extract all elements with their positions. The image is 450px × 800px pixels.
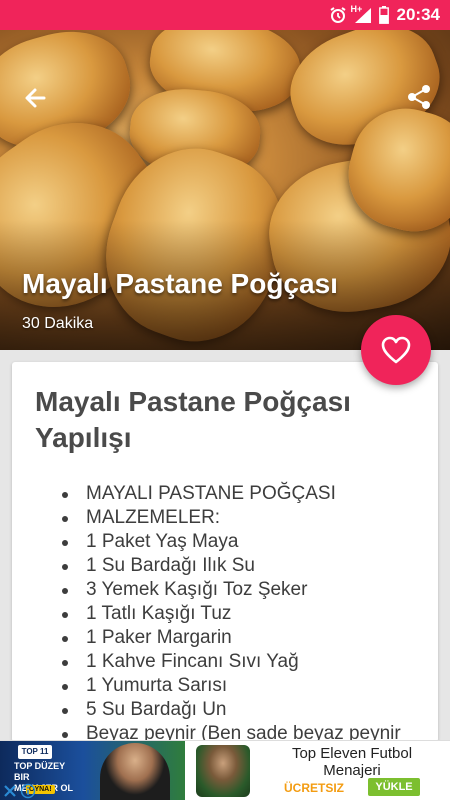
network-label: H+: [350, 4, 363, 14]
ad-info-button[interactable]: [20, 783, 36, 799]
list-item: 1 Su Bardağı Ilık Su: [62, 554, 401, 578]
ad-close-button[interactable]: [2, 783, 18, 799]
favorite-button[interactable]: [361, 315, 431, 385]
ad-brand-logo: TOP 11: [18, 745, 52, 759]
list-item: 5 Su Bardağı Un: [62, 698, 401, 722]
share-button[interactable]: [404, 82, 434, 112]
ad-title[interactable]: Top Eleven Futbol Menajeri: [262, 745, 442, 779]
share-icon: [408, 85, 430, 109]
ad-price: ÜCRETSIZ: [284, 781, 344, 795]
list-item: 1 Yumurta Sarısı: [62, 674, 401, 698]
recipe-hero-image: Mayalı Pastane Poğçası 30 Dakika: [0, 30, 450, 350]
recipe-card: Mayalı Pastane Poğçası Yapılışı MAYALI P…: [12, 362, 438, 742]
ad-install-button[interactable]: YÜKLE: [368, 778, 420, 796]
heart-outline-icon: [381, 336, 411, 364]
arrow-left-icon: [25, 88, 46, 108]
list-item: 1 Paker Margarin: [62, 626, 401, 650]
ingredient-list: MAYALI PASTANE POĞÇASI MALZEMELER: 1 Pak…: [62, 482, 401, 742]
ad-banner[interactable]: TOP 11 TOP DÜZEY BIR MENAJER OL OYNA! To…: [0, 740, 450, 800]
status-bar: H+ 20:34: [0, 0, 450, 30]
list-item: 1 Kahve Fincanı Sıvı Yağ: [62, 650, 401, 674]
info-icon: [20, 783, 36, 799]
list-item: MAYALI PASTANE POĞÇASI: [62, 482, 401, 506]
signal-icon: H+: [350, 4, 373, 24]
recipe-duration: 30 Dakika: [22, 315, 94, 332]
ad-person-image: [100, 743, 170, 800]
list-item: 1 Tatlı Kaşığı Tuz: [62, 602, 401, 626]
recipe-title: Mayalı Pastane Poğçası: [22, 268, 338, 299]
ad-app-icon[interactable]: [196, 745, 250, 797]
back-button[interactable]: [18, 80, 54, 116]
alarm-clock-icon: [329, 6, 347, 24]
section-title: Mayalı Pastane Poğçası Yapılışı: [35, 386, 351, 453]
close-icon: [4, 785, 16, 797]
list-item: MALZEMELER:: [62, 506, 401, 530]
list-item: 3 Yemek Kaşığı Toz Şeker: [62, 578, 401, 602]
list-item: 1 Paket Yaş Maya: [62, 530, 401, 554]
list-item: Beyaz peynir (Ben sade beyaz peynir: [62, 722, 401, 742]
battery-icon: [378, 6, 389, 24]
clock-time: 20:34: [396, 5, 440, 24]
